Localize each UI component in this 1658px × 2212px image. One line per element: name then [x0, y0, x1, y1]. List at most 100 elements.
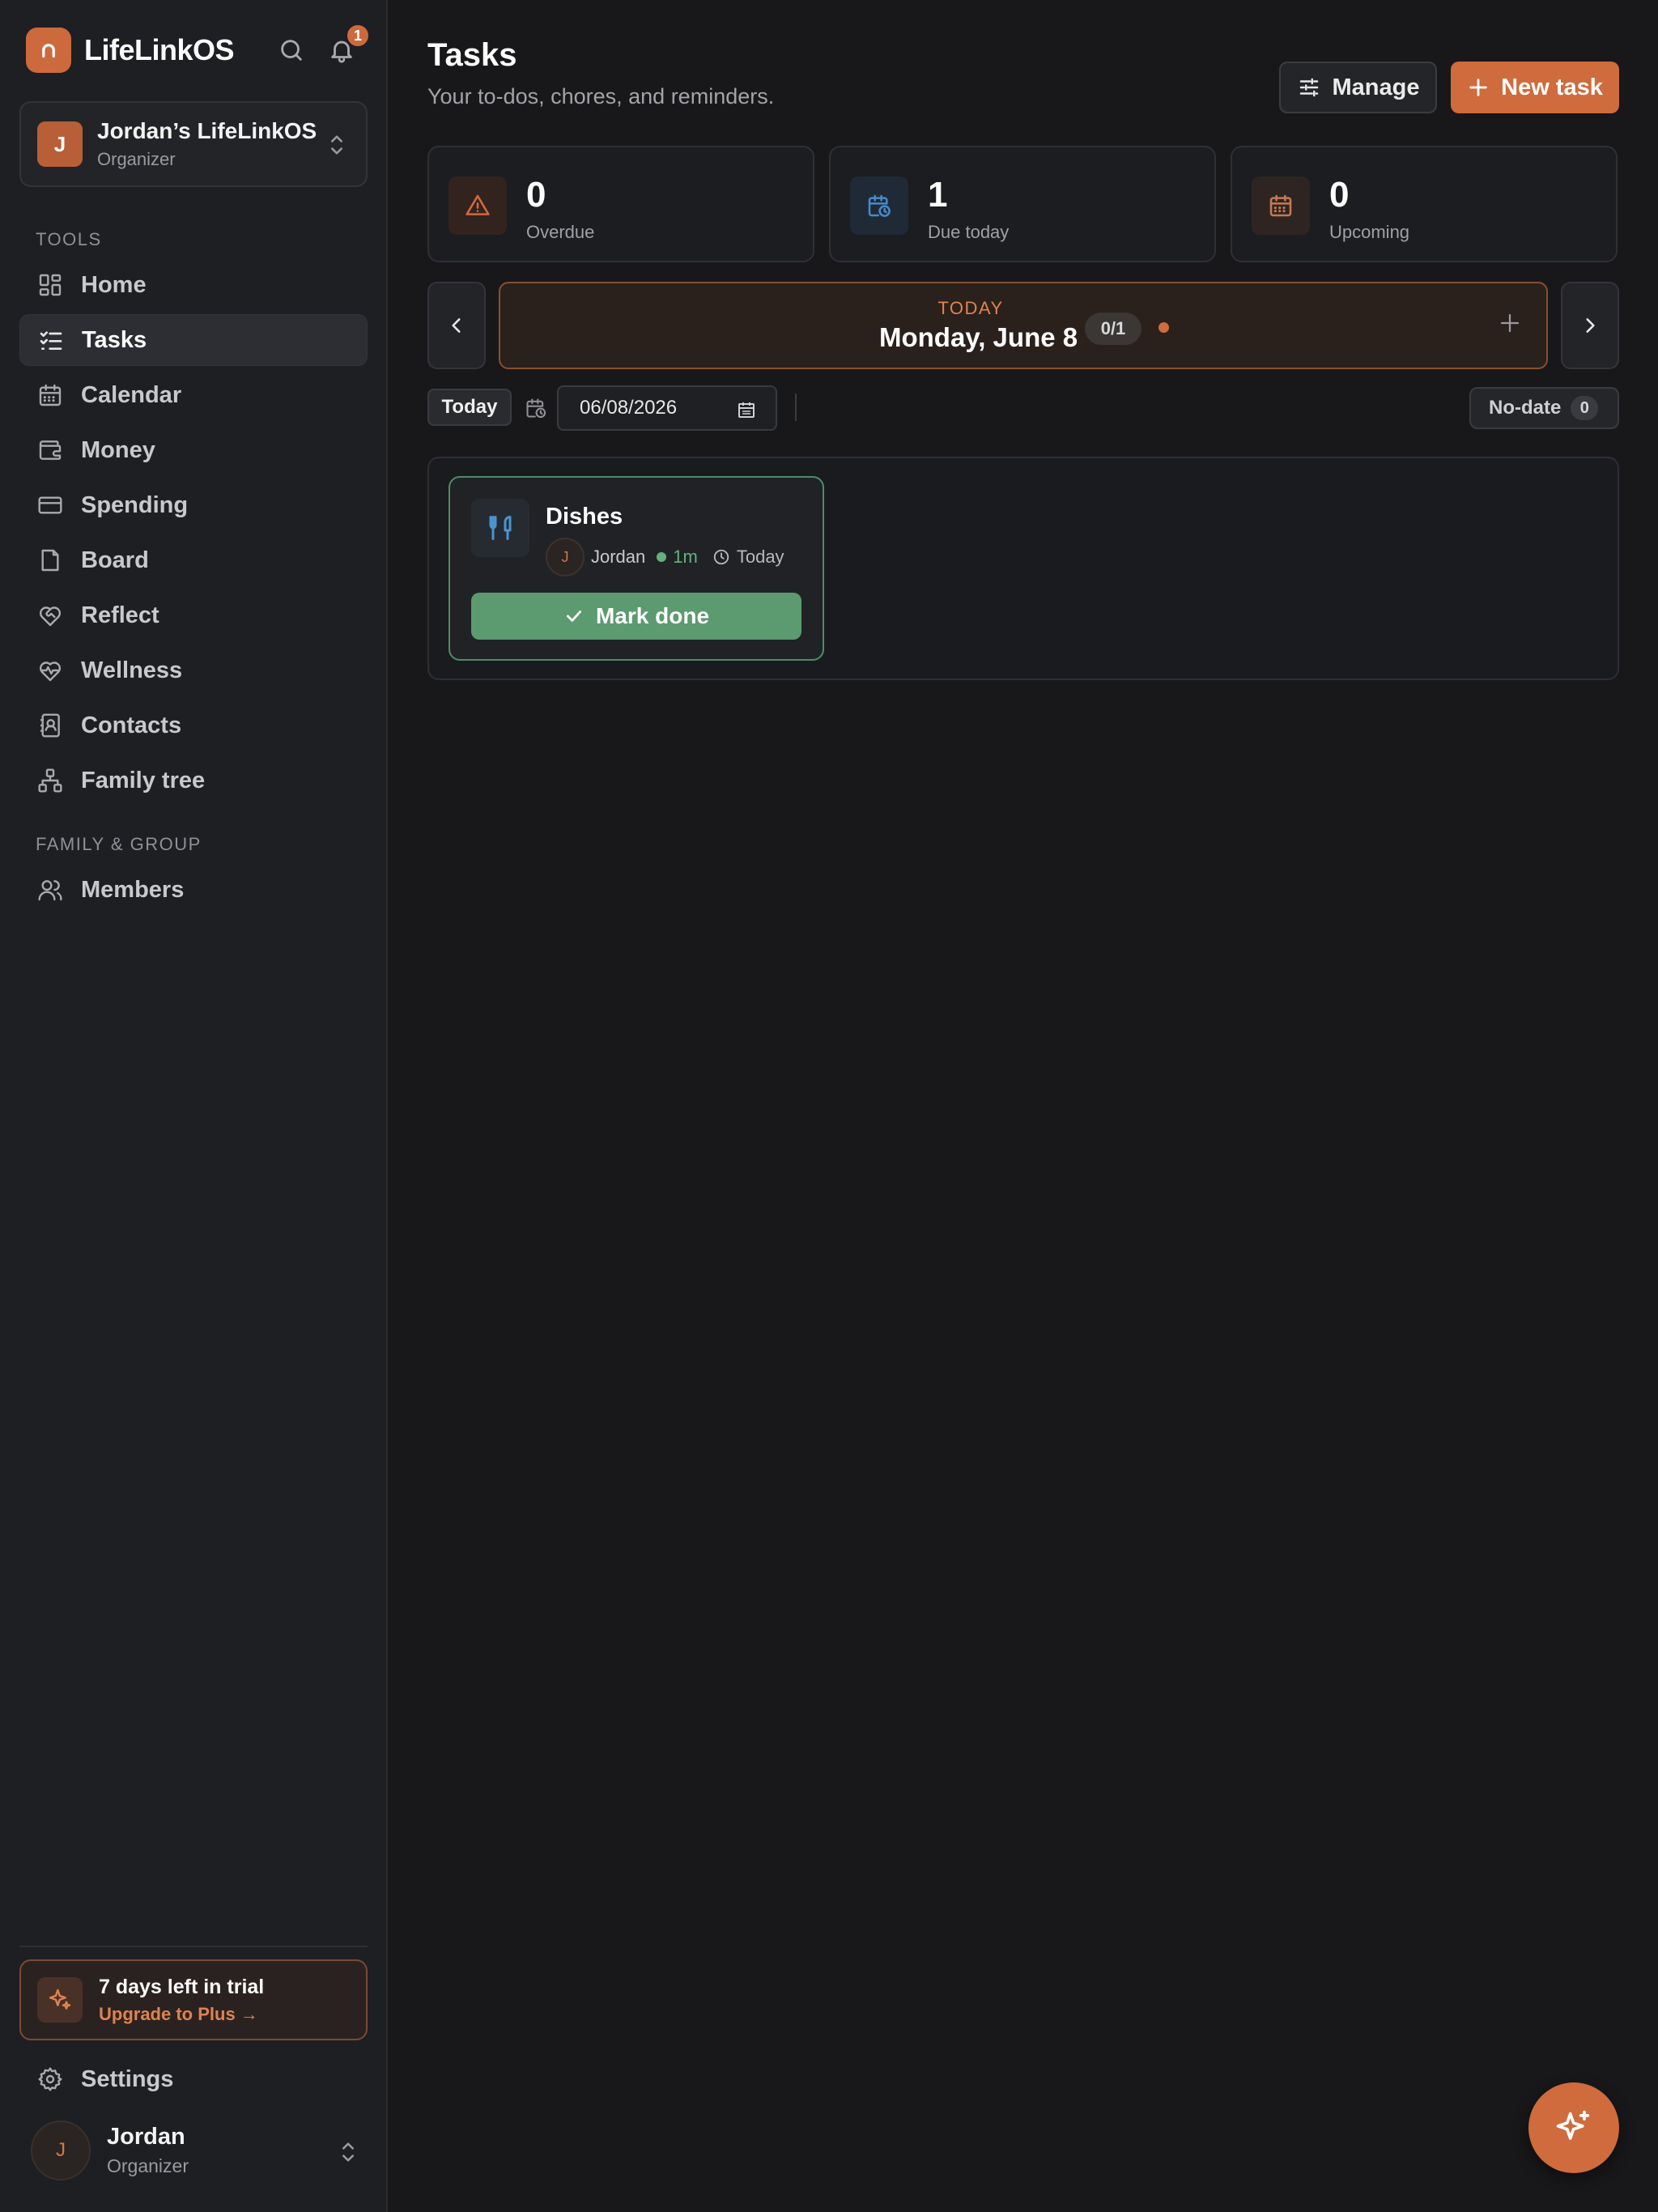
sidebar-item-family-tree[interactable]: Family tree — [19, 755, 368, 806]
utensils-icon — [471, 499, 529, 557]
new-task-button[interactable]: New task — [1451, 62, 1619, 113]
sidebar-item-label: Contacts — [81, 712, 182, 738]
stat-label: Overdue — [526, 222, 595, 242]
user-name: Jordan — [107, 2124, 185, 2150]
divider — [19, 1946, 368, 1947]
plus-icon — [1500, 313, 1520, 333]
user-role: Organizer — [107, 2155, 189, 2176]
avatar: J — [546, 538, 585, 576]
sparkles-icon — [1556, 2110, 1590, 2140]
chevron-left-icon — [452, 318, 461, 333]
contact-book-icon — [36, 711, 65, 740]
sidebar-item-money[interactable]: Money — [19, 424, 368, 476]
next-day-button[interactable] — [1561, 282, 1619, 369]
no-date-count: 0 — [1571, 396, 1599, 420]
sidebar-item-contacts[interactable]: Contacts — [19, 700, 368, 751]
calendar-clock-icon — [850, 177, 908, 235]
upgrade-link[interactable]: Upgrade to Plus → — [99, 2004, 264, 2025]
sidebar-item-settings[interactable]: Settings — [19, 2053, 368, 2105]
today-button[interactable]: Today — [427, 389, 512, 426]
trial-banner[interactable]: 7 days left in trial Upgrade to Plus → — [19, 1959, 368, 2040]
manage-button-label: Manage — [1332, 74, 1420, 100]
no-date-filter-button[interactable]: No-date 0 — [1469, 387, 1619, 429]
wallet-icon — [36, 436, 65, 465]
sidebar-item-board[interactable]: Board — [19, 534, 368, 586]
previous-day-button[interactable] — [427, 282, 486, 369]
checklist-icon — [36, 325, 66, 355]
day-tag: TODAY — [937, 298, 1004, 318]
sidebar-item-label: Members — [81, 876, 185, 903]
chevron-up-down-icon — [325, 132, 348, 158]
credit-card-icon — [36, 491, 65, 520]
stat-value: 0 — [1329, 175, 1350, 215]
workspace-name: Jordan’s LifeLinkOS — [97, 118, 317, 143]
sidebar-item-wellness[interactable]: Wellness — [19, 644, 368, 696]
sidebar-item-calendar[interactable]: Calendar — [19, 369, 368, 421]
sidebar: LifeLinkOS 1 J Jordan’s LifeLinkOS Organ… — [0, 0, 388, 2212]
sidebar-item-members[interactable]: Members — [19, 864, 368, 916]
avatar: J — [31, 2121, 91, 2180]
family-tree-icon — [36, 766, 65, 795]
chevron-up-down-icon — [337, 2139, 359, 2165]
ai-assistant-button[interactable] — [1528, 2082, 1619, 2173]
task-card[interactable]: Dishes J Jordan 1m Today Mark done — [449, 476, 824, 661]
brand[interactable]: LifeLinkOS — [26, 28, 235, 73]
divider — [795, 393, 797, 421]
page-subtitle: Your to-dos, chores, and reminders. — [427, 84, 775, 108]
stat-card-upcoming[interactable]: 0 Upcoming — [1231, 146, 1618, 262]
trial-title: 7 days left in trial — [99, 1975, 265, 1998]
heart-pulse-icon — [36, 656, 65, 685]
sidebar-item-spending[interactable]: Spending — [19, 479, 368, 531]
new-task-button-label: New task — [1501, 74, 1603, 100]
mark-done-button[interactable]: Mark done — [471, 593, 801, 640]
alert-triangle-icon — [449, 177, 507, 235]
section-label-family: FAMILY & GROUP — [36, 834, 202, 854]
user-menu[interactable]: J Jordan Organizer — [31, 2120, 363, 2181]
sidebar-item-label: Calendar — [81, 381, 182, 408]
status-dot — [657, 552, 667, 562]
stat-value: 1 — [928, 175, 948, 215]
day-progress-badge: 0/1 — [1085, 313, 1141, 345]
check-icon — [566, 610, 581, 622]
calendar-icon — [1252, 177, 1310, 235]
stat-value: 0 — [526, 175, 546, 215]
status-dot — [1158, 322, 1169, 333]
task-board: Dishes J Jordan 1m Today Mark done — [427, 457, 1619, 680]
day-banner[interactable]: TODAY Monday, June 8 0/1 — [499, 282, 1548, 369]
workspace-role: Organizer — [97, 149, 176, 169]
stat-label: Due today — [928, 222, 1010, 242]
task-assignee: Jordan — [591, 547, 646, 567]
task-due-value: Today — [736, 547, 784, 567]
app-name: LifeLinkOS — [84, 33, 235, 66]
add-task-for-day-button[interactable] — [1498, 311, 1522, 335]
sidebar-item-label: Home — [81, 271, 147, 298]
note-icon — [36, 546, 65, 575]
task-duration-value: 1m — [673, 547, 698, 567]
task-due: Today — [712, 547, 784, 568]
task-title: Dishes — [546, 504, 623, 530]
manage-button[interactable]: Manage — [1279, 62, 1437, 113]
workspace-switcher[interactable]: J Jordan’s LifeLinkOS Organizer — [19, 101, 368, 187]
clock-icon — [713, 549, 729, 565]
stat-card-due-today[interactable]: 1 Due today — [829, 146, 1216, 262]
sparkles-icon — [37, 1977, 83, 2023]
gear-icon — [36, 2065, 65, 2094]
sidebar-item-label: Family tree — [81, 767, 206, 793]
date-field[interactable]: 06/08/2026 — [557, 385, 777, 431]
stat-card-overdue[interactable]: 0 Overdue — [427, 146, 814, 262]
sidebar-item-label: Settings — [81, 2065, 174, 2092]
sidebar-item-home[interactable]: Home — [19, 259, 368, 311]
calendar-picker-icon[interactable] — [737, 400, 756, 419]
task-duration: 1m — [657, 547, 698, 568]
search-icon[interactable] — [272, 31, 311, 70]
task-meta: J Jordan 1m Today — [546, 538, 784, 576]
sidebar-item-reflect[interactable]: Reflect — [19, 589, 368, 641]
calendar-clock-icon — [525, 397, 547, 419]
logo-icon — [26, 28, 71, 73]
chevron-right-icon — [1586, 318, 1595, 333]
sidebar-item-tasks[interactable]: Tasks — [19, 314, 368, 366]
grid-icon — [36, 270, 65, 300]
date-field-value: 06/08/2026 — [580, 397, 678, 419]
workspace-avatar: J — [37, 121, 83, 167]
heart-handshake-icon — [36, 601, 65, 630]
